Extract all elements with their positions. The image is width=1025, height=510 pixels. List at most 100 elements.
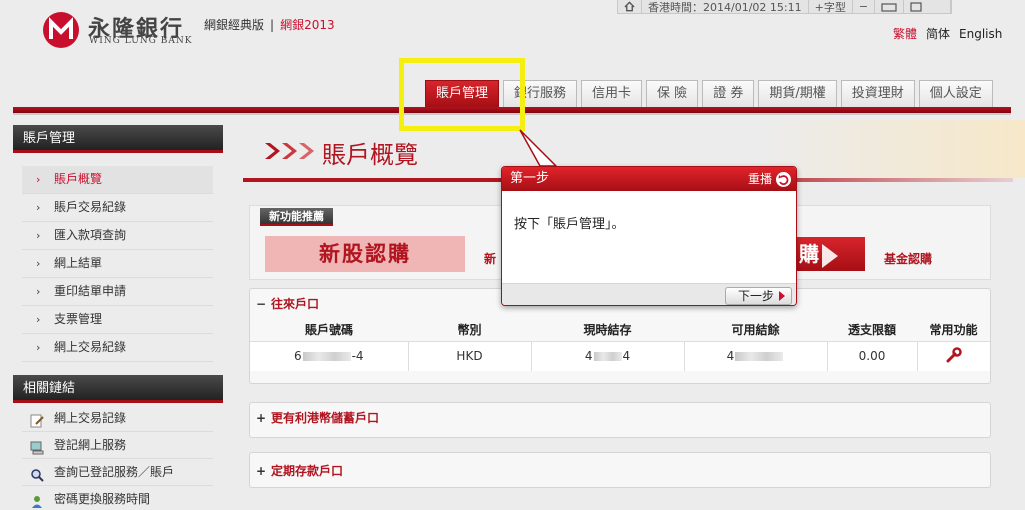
new-share-link[interactable]: 新 — [484, 250, 496, 267]
dialog-footer: 下一步 — [502, 283, 796, 305]
tab-personal-settings[interactable]: 個人設定 — [918, 80, 993, 107]
column-overdraft-limit: 透支限額 — [827, 319, 917, 342]
version-links: 網銀經典版 | 網銀2013 — [204, 16, 335, 33]
classic-version-link[interactable]: 網銀經典版 — [204, 18, 264, 32]
link-register-online-service[interactable]: 登記網上服務 — [22, 432, 213, 459]
sidebar-item-label: 網上結單 — [54, 256, 103, 270]
tutorial-dialog: 第一步 重播 按下「賬戶管理」。 下一步 — [501, 166, 797, 306]
arrow-right-icon — [822, 243, 838, 268]
magnifier-icon — [30, 465, 45, 482]
chevron-right-icon: › — [36, 313, 41, 326]
tutorial-highlight-box — [399, 58, 525, 131]
sidebar-item-reprint-statement[interactable]: › 重印結單申請 — [22, 278, 213, 306]
section-title: 更有利港幣儲蓄戶口 — [271, 411, 380, 425]
dialog-message: 按下「賬戶管理」。 — [514, 217, 625, 232]
ipo-subscription-banner[interactable]: 新股認購 — [265, 236, 465, 272]
link-password-change-hours[interactable]: 密碼更換服務時間 — [22, 486, 213, 510]
column-common-functions: 常用功能 — [917, 319, 990, 342]
title-decoration — [760, 120, 1025, 178]
new-feature-tag: 新功能推薦 — [260, 208, 333, 226]
overdraft-limit-cell: 0.00 — [827, 341, 918, 371]
section-title: 往來戶口 — [271, 297, 320, 311]
section-header[interactable]: + 更有利港幣儲蓄戶口 — [256, 409, 379, 426]
replay-label: 重播 — [747, 172, 772, 186]
sidebar-item-online-transaction-record[interactable]: › 網上交易紀錄 — [22, 334, 213, 362]
sidebar-item-label: 賬戶概覽 — [54, 172, 103, 186]
next-step-button[interactable]: 下一步 — [724, 287, 792, 305]
new-version-link[interactable]: 網銀2013 — [280, 18, 335, 32]
sidebar-item-label: 賬戶交易紀錄 — [54, 200, 127, 214]
dialog-header: 第一步 重播 — [502, 167, 796, 191]
accounts-table: 賬戶號碼 幣別 現時結存 可用結餘 透支限額 常用功能 6 -4 HKD 44 4… — [250, 319, 990, 371]
sidebar-item-account-overview[interactable]: › 賬戶概覽 — [22, 166, 213, 194]
font-size-increase[interactable]: +字型 — [809, 0, 853, 14]
page-title: 賬戶概覽 — [322, 141, 418, 169]
lang-english[interactable]: English — [959, 27, 1002, 41]
chevron-right-icon: › — [36, 229, 41, 242]
balance-suffix: 4 — [622, 349, 631, 364]
table-row: 6 -4 HKD 44 4 0.00 — [250, 341, 990, 371]
dialog-title: 第一步 — [510, 171, 550, 186]
bank-logo-icon — [43, 12, 79, 48]
related-links-title: 相關鏈結 — [13, 375, 223, 403]
lang-traditional[interactable]: 繁體 — [893, 27, 917, 41]
logout-icon[interactable] — [904, 0, 952, 13]
link-separator: | — [270, 18, 275, 32]
chevron-right-icon: › — [36, 201, 41, 214]
account-number-suffix: -4 — [351, 349, 364, 364]
sidebar-title: 賬戶管理 — [13, 125, 223, 153]
home-icon[interactable] — [618, 0, 642, 13]
collapse-icon[interactable]: − — [256, 297, 267, 311]
current-balance-cell: 44 — [531, 341, 685, 371]
sidebar-item-e-statement[interactable]: › 網上結單 — [22, 250, 213, 278]
expand-icon[interactable]: + — [256, 411, 267, 425]
logo-english-name: WING LUNG BANK — [89, 36, 193, 46]
balance-prefix: 4 — [584, 349, 593, 364]
sidebar-item-inward-remittance[interactable]: › 匯入款項查詢 — [22, 222, 213, 250]
sidebar-item-label: 支票管理 — [54, 312, 103, 326]
savings-accounts-section[interactable]: + 更有利港幣儲蓄戶口 — [249, 402, 991, 438]
print-icon[interactable] — [875, 0, 905, 13]
section-header[interactable]: − 往來戶口 — [256, 295, 319, 312]
play-arrow-icon — [779, 291, 785, 301]
fund-subscription-banner[interactable]: 購 — [797, 237, 865, 271]
section-header[interactable]: + 定期存款戶口 — [256, 462, 343, 479]
masked-digits — [593, 352, 622, 362]
link-online-transaction-record[interactable]: 網上交易記錄 — [22, 405, 213, 432]
available-prefix: 4 — [726, 349, 735, 364]
masked-digits — [735, 352, 784, 362]
hong-kong-time: 香港時間：2014/01/02 15:11 — [642, 0, 809, 14]
sidebar-item-cheque-management[interactable]: › 支票管理 — [22, 306, 213, 334]
lang-simplified[interactable]: 简体 — [926, 27, 950, 41]
expand-icon[interactable]: + — [256, 464, 267, 478]
link-query-registered-services[interactable]: 查詢已登記服務／賬戶 — [22, 459, 213, 486]
chevron-right-icon: › — [36, 285, 41, 298]
table-header-row: 賬戶號碼 幣別 現時結存 可用結餘 透支限額 常用功能 — [250, 319, 990, 342]
masked-digits — [302, 352, 351, 362]
user-key-icon — [30, 492, 45, 508]
language-switcher: 繁體 简体 English — [893, 25, 1011, 42]
column-current-balance: 現時結存 — [531, 319, 684, 342]
document-pencil-icon — [30, 411, 45, 428]
tab-securities[interactable]: 證 券 — [702, 80, 755, 107]
account-number-cell[interactable]: 6 -4 — [250, 341, 409, 371]
tab-insurance[interactable]: 保 險 — [646, 80, 699, 107]
sidebar-item-label: 重印結單申請 — [54, 284, 127, 298]
column-available-balance: 可用結餘 — [684, 319, 827, 342]
fund-subscription-link[interactable]: 基金認購 — [884, 250, 932, 267]
replay-button[interactable]: 重播 — [748, 167, 791, 191]
common-functions-cell — [917, 341, 990, 371]
time-deposit-section[interactable]: + 定期存款戶口 — [249, 452, 991, 488]
available-balance-cell: 4 — [684, 341, 828, 371]
tab-investment[interactable]: 投資理財 — [840, 80, 915, 107]
top-toolbar: 香港時間：2014/01/02 15:11 +字型 − — [617, 0, 953, 14]
tab-credit-card[interactable]: 信用卡 — [581, 80, 643, 107]
sidebar-item-transaction-history[interactable]: › 賬戶交易紀錄 — [22, 194, 213, 222]
font-size-decrease[interactable]: − — [853, 0, 876, 13]
wrench-icon[interactable] — [945, 346, 963, 367]
tab-futures-options[interactable]: 期貨/期權 — [758, 80, 837, 107]
title-arrows-icon — [263, 138, 319, 167]
computer-icon — [30, 438, 45, 455]
column-account-number: 賬戶號碼 — [250, 319, 408, 342]
column-currency: 幣別 — [408, 319, 531, 342]
